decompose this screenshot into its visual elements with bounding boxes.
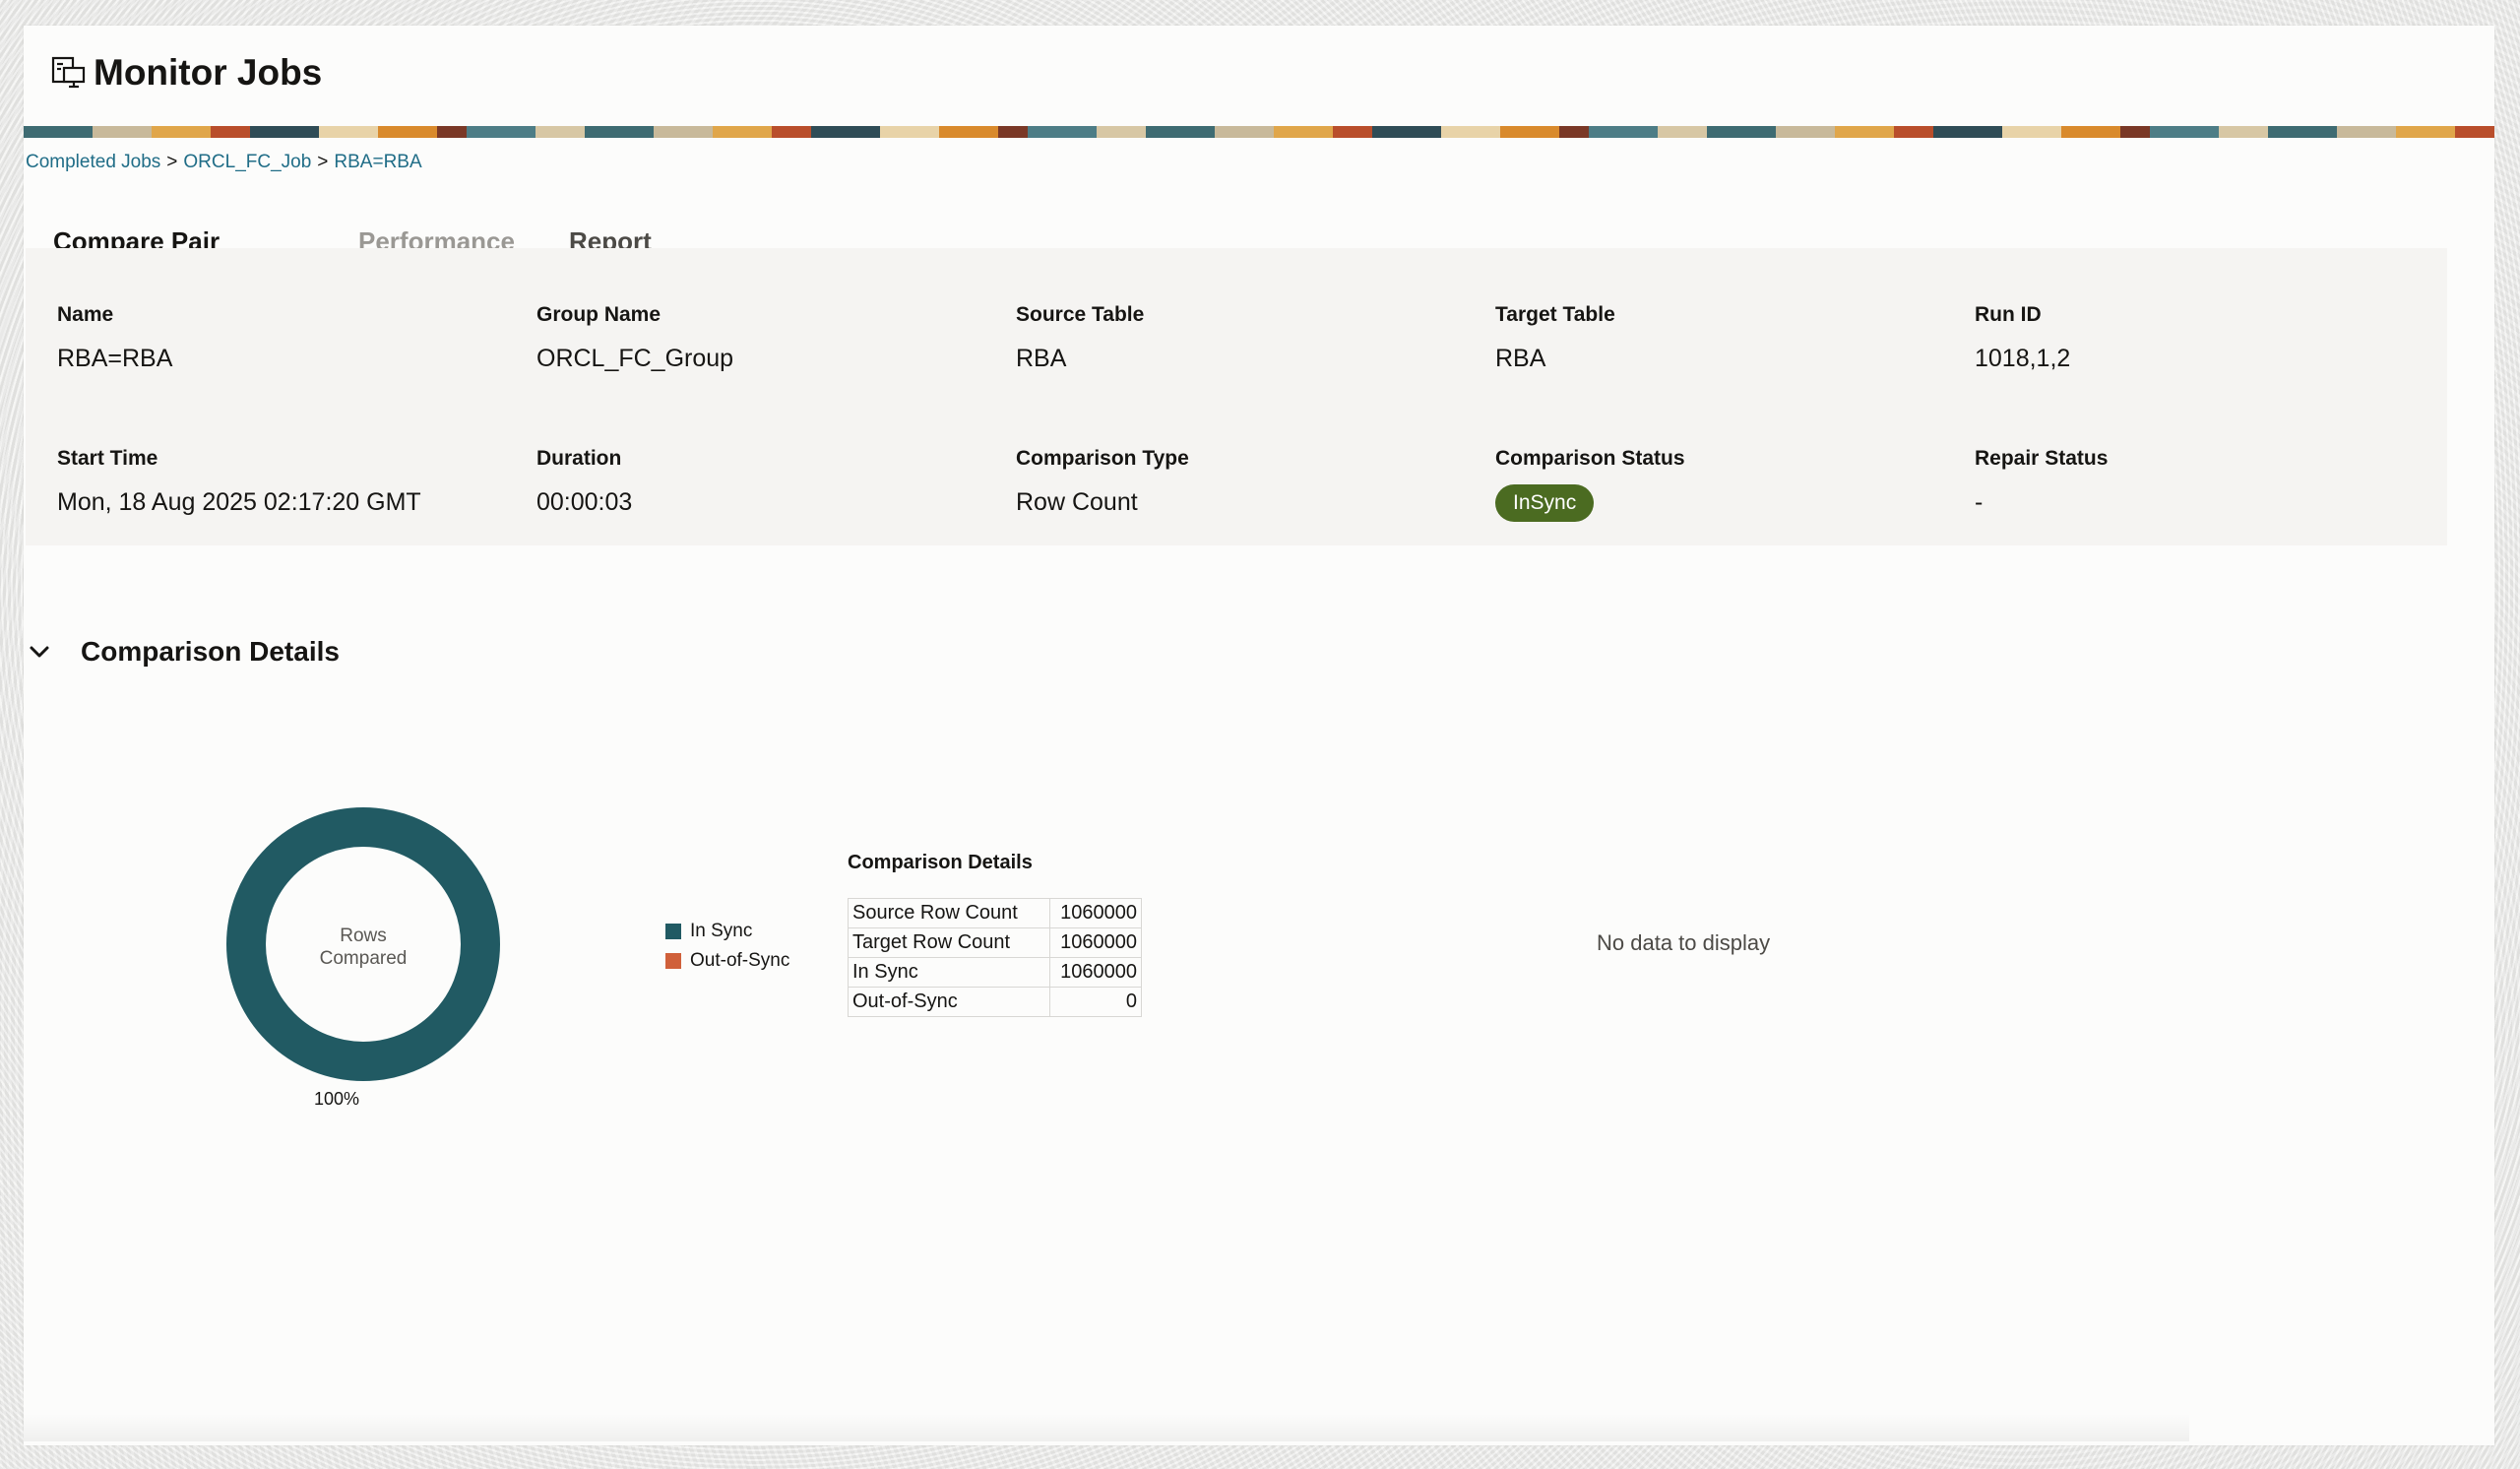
- compare-pair-details-panel: Name RBA=RBA Group Name ORCL_FC_Group So…: [26, 248, 2447, 545]
- status-badge: InSync: [1495, 484, 1595, 522]
- field-run-id: Run ID 1018,1,2: [1975, 303, 2070, 373]
- field-label: Start Time: [57, 447, 158, 470]
- breadcrumb-completed-jobs[interactable]: Completed Jobs: [26, 152, 160, 172]
- field-comparison-status: Comparison Status InSync: [1495, 447, 1685, 522]
- field-label: Repair Status: [1975, 447, 2109, 470]
- monitor-jobs-icon: [51, 56, 86, 89]
- breadcrumb: Completed Jobs > ORCL_FC_Job > RBA=RBA: [26, 152, 422, 173]
- section-title: Comparison Details: [81, 636, 340, 667]
- rows-compared-donut-chart: Rows Compared: [226, 807, 500, 1081]
- field-label: Name: [57, 303, 114, 326]
- table-row: Source Row Count 1060000: [848, 898, 1142, 928]
- field-value: Row Count: [1016, 488, 1138, 516]
- field-value: ORCL_FC_Group: [536, 345, 734, 372]
- field-label: Target Table: [1495, 303, 1615, 326]
- legend-item-in-sync[interactable]: In Sync: [665, 920, 789, 949]
- field-repair-status: Repair Status -: [1975, 447, 2108, 517]
- field-label: Source Table: [1016, 303, 1145, 326]
- field-value: 1018,1,2: [1975, 345, 2071, 372]
- field-value: Mon, 18 Aug 2025 02:17:20 GMT: [57, 488, 421, 516]
- comparison-details-table: Source Row Count 1060000 Target Row Coun…: [848, 898, 1142, 1017]
- field-label: Group Name: [536, 303, 662, 326]
- page-header: Monitor Jobs: [24, 26, 2494, 126]
- table-cell-value: 1060000: [1049, 898, 1142, 928]
- table-cell-value: 1060000: [1049, 927, 1142, 958]
- donut-center-label-line2: Compared: [320, 948, 408, 969]
- breadcrumb-compare-pair[interactable]: RBA=RBA: [334, 152, 421, 172]
- table-cell-key: Source Row Count: [848, 898, 1050, 928]
- breadcrumb-separator: >: [166, 152, 178, 172]
- table-cell-value: 0: [1049, 987, 1142, 1017]
- field-value: RBA: [1495, 345, 1546, 372]
- legend-swatch: [665, 953, 681, 969]
- breadcrumb-job[interactable]: ORCL_FC_Job: [183, 152, 311, 172]
- breadcrumb-separator: >: [317, 152, 329, 172]
- field-value: RBA: [1016, 345, 1067, 372]
- field-group-name: Group Name ORCL_FC_Group: [536, 303, 733, 373]
- table-cell-key: Target Row Count: [848, 927, 1050, 958]
- legend-swatch: [665, 924, 681, 939]
- table-cell-value: 1060000: [1049, 957, 1142, 988]
- comparison-table-title: Comparison Details: [848, 852, 1033, 873]
- field-comparison-type: Comparison Type Row Count: [1016, 447, 1189, 517]
- field-name: Name RBA=RBA: [57, 303, 172, 373]
- panel-bottom-shadow: [24, 1414, 2189, 1441]
- decorative-banner: [24, 126, 2494, 138]
- table-row: In Sync 1060000: [848, 957, 1142, 988]
- field-target-table: Target Table RBA: [1495, 303, 1615, 373]
- table-cell-key: In Sync: [848, 957, 1050, 988]
- chevron-down-icon[interactable]: [26, 638, 53, 666]
- field-label: Comparison Status: [1495, 447, 1685, 470]
- no-data-message: No data to display: [1597, 930, 1771, 955]
- field-value: 00:00:03: [536, 488, 633, 516]
- donut-center-label-line1: Rows: [340, 926, 387, 946]
- donut-percent-label: 100%: [314, 1089, 360, 1109]
- table-cell-key: Out-of-Sync: [848, 987, 1050, 1017]
- legend-label: In Sync: [690, 921, 753, 941]
- field-label: Run ID: [1975, 303, 2042, 326]
- table-row: Out-of-Sync 0: [848, 987, 1142, 1017]
- field-duration: Duration 00:00:03: [536, 447, 632, 517]
- field-value: -: [1975, 488, 1984, 516]
- field-start-time: Start Time Mon, 18 Aug 2025 02:17:20 GMT: [57, 447, 421, 517]
- field-source-table: Source Table RBA: [1016, 303, 1144, 373]
- field-label: Duration: [536, 447, 622, 470]
- page-title: Monitor Jobs: [94, 52, 323, 93]
- legend-label: Out-of-Sync: [690, 950, 790, 971]
- chart-legend: In Sync Out-of-Sync: [665, 920, 789, 979]
- field-label: Comparison Type: [1016, 447, 1189, 470]
- legend-item-out-of-sync[interactable]: Out-of-Sync: [665, 949, 789, 979]
- field-value: RBA=RBA: [57, 345, 173, 372]
- table-row: Target Row Count 1060000: [848, 927, 1142, 958]
